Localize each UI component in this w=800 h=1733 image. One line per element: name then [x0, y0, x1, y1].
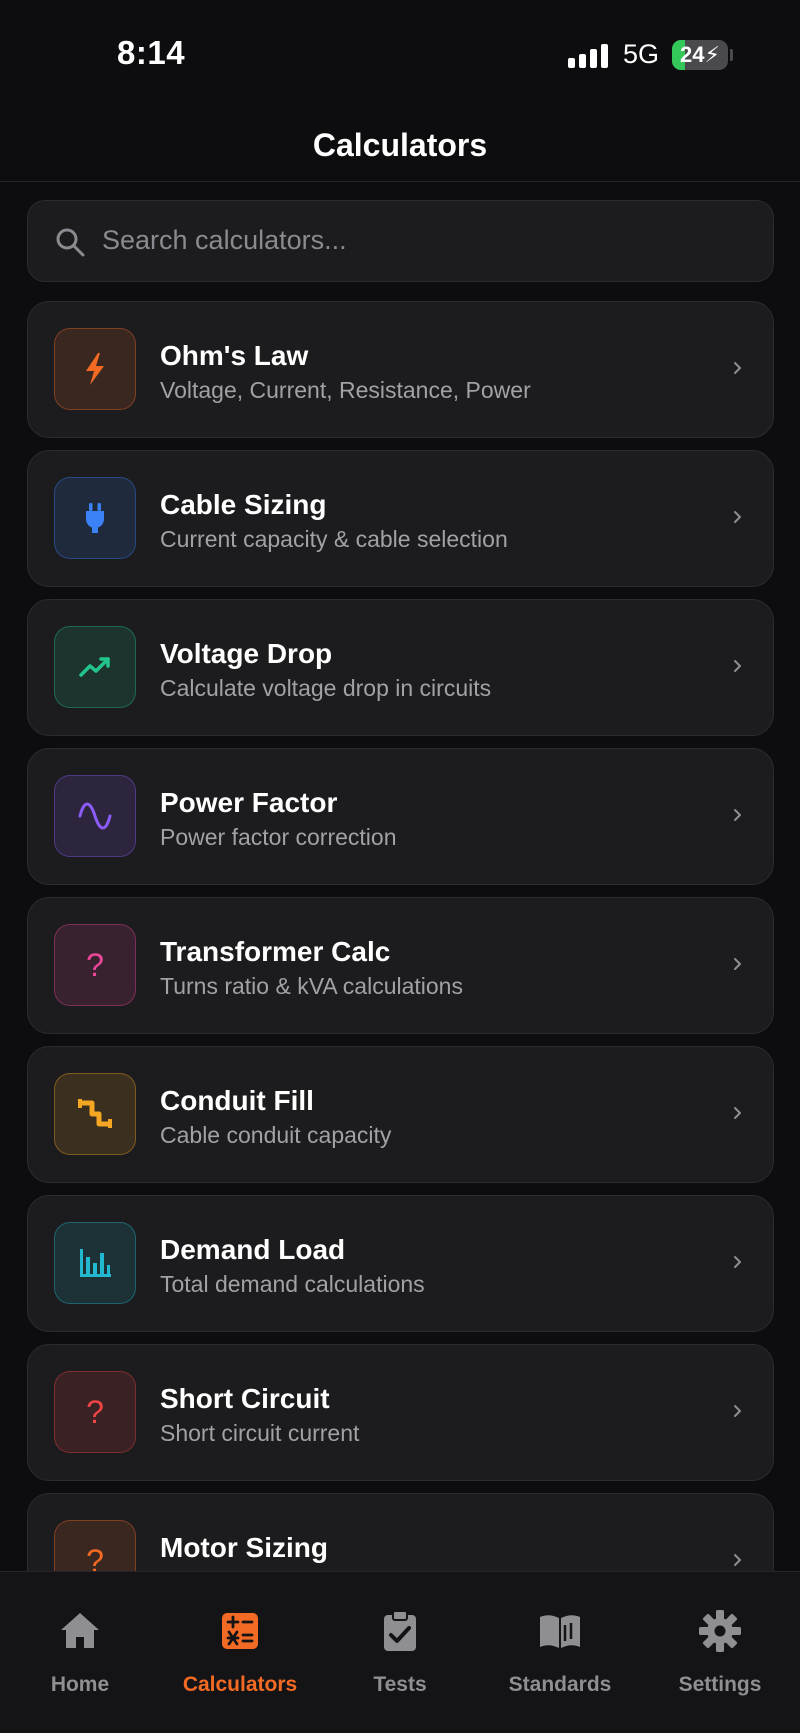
tab-calculators[interactable]: Calculators: [160, 1572, 320, 1712]
question-icon: ?: [54, 1371, 136, 1453]
status-time: 8:14: [117, 34, 186, 71]
chevron-right-icon: [734, 1405, 741, 1417]
clipboard-check-icon: [377, 1608, 423, 1654]
calculator-title: Motor Sizing: [160, 1532, 328, 1563]
calculator-title: Power Factor: [160, 787, 338, 818]
page-title: Calculators: [312, 127, 488, 163]
tab-standards[interactable]: Standards: [480, 1572, 640, 1712]
cellular-signal-icon: [568, 42, 610, 68]
search-icon: [56, 228, 85, 257]
gear-icon: [697, 1608, 743, 1654]
calculator-card[interactable]: ? Transformer Calc Turns ratio & kVA calcu…: [27, 897, 774, 1034]
tab-label: Home: [50, 1673, 110, 1696]
calculator-card[interactable]: ? Short Circuit Short circuit current: [27, 1344, 774, 1481]
calculator-list[interactable]: Ohm's Law Voltage, Current, Resistance, P…: [27, 301, 774, 1571]
calculator-title: Voltage Drop: [160, 638, 333, 669]
bar-chart-icon: [54, 1222, 136, 1304]
search-input[interactable]: [102, 201, 742, 280]
network-type: 5G: [623, 39, 660, 69]
calculator-card[interactable]: Demand Load Total demand calculations: [27, 1195, 774, 1332]
calculator-card[interactable]: Conduit Fill Cable conduit capacity: [27, 1046, 774, 1183]
plug-icon: [54, 477, 136, 559]
question-icon: ?: [54, 1520, 136, 1571]
question-icon: ?: [54, 924, 136, 1006]
calculator-icon: [217, 1608, 263, 1654]
calculator-title: Cable Sizing: [160, 489, 327, 520]
battery-icon: 24⚡: [672, 40, 728, 70]
tab-label: Settings: [678, 1673, 762, 1696]
calculator-card[interactable]: ? Motor Sizing: [27, 1493, 774, 1571]
calculator-title: Transformer Calc: [160, 936, 391, 967]
calculator-subtitle: Short circuit current: [160, 1420, 360, 1446]
calculator-title: Ohm's Law: [160, 340, 309, 371]
calculator-subtitle: Power factor correction: [160, 824, 397, 850]
book-icon: [537, 1608, 583, 1654]
calculator-title: Conduit Fill: [160, 1085, 314, 1116]
calculator-card[interactable]: Voltage Drop Calculate voltage drop in ci…: [27, 599, 774, 736]
chevron-right-icon: [734, 362, 741, 374]
search-bar[interactable]: [27, 200, 774, 282]
chevron-right-icon: [734, 809, 741, 821]
tab-label: Standards: [508, 1673, 612, 1696]
home-icon: [57, 1608, 103, 1654]
chevron-right-icon: [734, 660, 741, 672]
calculator-title: Demand Load: [160, 1234, 346, 1265]
calculator-card[interactable]: Cable Sizing Current capacity & cable sel…: [27, 450, 774, 587]
nav-header: Calculators: [0, 110, 800, 182]
pipe-icon: [54, 1073, 136, 1155]
calculator-title: Short Circuit: [160, 1383, 330, 1414]
calculator-subtitle: Current capacity & cable selection: [160, 526, 508, 552]
tab-tests[interactable]: Tests: [320, 1572, 480, 1712]
status-bar: 8:14 5G 24⚡: [0, 0, 800, 110]
chevron-right-icon: [734, 1107, 741, 1119]
calculator-card[interactable]: Ohm's Law Voltage, Current, Resistance, P…: [27, 301, 774, 438]
tab-settings[interactable]: Settings: [640, 1572, 800, 1712]
calculator-card[interactable]: Power Factor Power factor correction: [27, 748, 774, 885]
tab-label: Tests: [373, 1673, 427, 1696]
tab-bar: Home Calculators Tests Standards Settings: [0, 1571, 800, 1733]
chevron-right-icon: [734, 1256, 741, 1268]
tab-home[interactable]: Home: [0, 1572, 160, 1712]
battery-nub: [730, 49, 733, 61]
calculator-subtitle: Voltage, Current, Resistance, Power: [160, 377, 531, 403]
bolt-icon: [54, 328, 136, 410]
calculator-subtitle: Total demand calculations: [160, 1271, 425, 1297]
chevron-right-icon: [734, 958, 741, 970]
chevron-right-icon: [734, 511, 741, 523]
battery-level: 24⚡: [680, 42, 720, 67]
calculator-subtitle: Calculate voltage drop in circuits: [160, 675, 492, 701]
chevron-right-icon: [734, 1554, 741, 1566]
sine-wave-icon: [54, 775, 136, 857]
calculator-subtitle: Cable conduit capacity: [160, 1122, 392, 1148]
trending-line-icon: [54, 626, 136, 708]
tab-label: Calculators: [182, 1673, 298, 1696]
calculator-subtitle: Turns ratio & kVA calculations: [160, 973, 463, 999]
calculators-screen: 8:14 5G 24⚡ Calculators Ohm's Law Voltage…: [0, 0, 800, 1733]
